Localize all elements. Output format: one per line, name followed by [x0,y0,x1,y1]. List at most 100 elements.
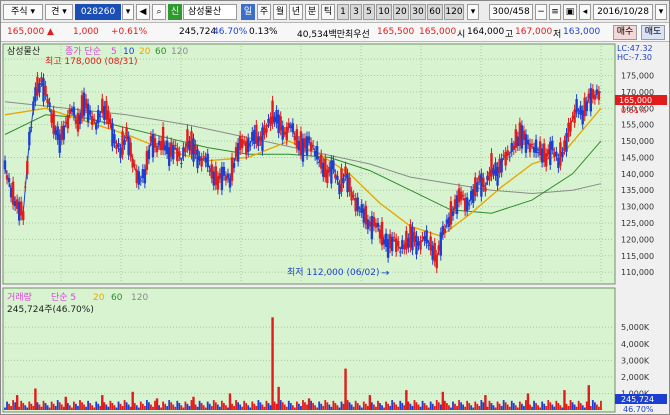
period-day-button[interactable]: 일 [241,4,255,20]
volume-bar [583,407,586,410]
volume-bar [510,400,513,410]
data-count-field[interactable]: 300/458 [489,4,533,20]
minute-5-button[interactable]: 5 [363,4,375,20]
volume-bar [40,406,43,410]
minus-icon[interactable]: − [535,4,547,20]
volume-bar [125,402,128,410]
volume-bar [180,405,183,410]
volume-bar [89,403,92,410]
volume-bar [468,403,471,410]
volume-spike-bar [368,395,372,410]
market-select[interactable]: 주식 ▾ [3,4,43,20]
sell-button[interactable]: 매도 [641,25,665,40]
list-icon[interactable]: ≡ [549,4,561,20]
volume-bar [111,403,114,410]
minute-10-button[interactable]: 10 [376,4,392,20]
stock-name-field[interactable]: 삼성물산 [183,4,237,20]
turnover-rate: 0.13% [249,27,278,37]
volume-bar [48,407,51,410]
volume-bar [464,406,467,410]
period-month-button[interactable]: 월 [273,4,287,20]
save-icon[interactable]: ▣ [563,4,577,20]
volume-tick-label: 2,000K [621,373,650,382]
volume-bar [263,406,266,410]
candle-body [425,230,428,244]
volume-bar [178,403,181,410]
price-tick-label: 175,000 [621,72,654,81]
prev-icon[interactable]: ◂ [579,4,591,20]
last-price-tag: 165,000 [619,96,652,105]
candle-body [206,153,209,168]
volume-bar [531,406,533,410]
volume-bar [472,407,475,410]
period-week-button[interactable]: 주 [257,4,271,20]
mode-select[interactable]: 견 ▾ [45,4,73,20]
candle-body [555,151,558,157]
minute-20-button[interactable]: 20 [393,4,409,20]
ma10-legend: 10 [123,47,135,57]
volume-bar [334,403,337,410]
candle-body [332,160,335,170]
volume-bar [557,403,560,410]
volume-bar [28,401,31,410]
candle-body [397,241,400,246]
price-volume-chart[interactable]: 110,000 115,000 120,000 125,000 130,000 135,0… [1,42,669,414]
minute-30-button[interactable]: 30 [410,4,426,20]
best-bid: 165,000 [419,27,457,37]
volume-bar [93,407,96,410]
volume-bar [214,402,217,410]
volume-spike-bar [131,391,134,410]
minute-120-button[interactable]: 120 [444,4,464,20]
volume-bar [202,405,205,410]
volume-bar [348,402,351,410]
volume-bar [293,407,296,410]
minute-60-button[interactable]: 60 [427,4,443,20]
price-panel-title: 삼성물산 [7,46,40,57]
volume-bar [352,406,355,410]
volume-bar [581,405,584,410]
minute-dropdown-icon[interactable]: ▾ [467,4,479,20]
volume-bar [573,404,576,410]
candle-body [435,254,438,269]
volume-bar [204,407,207,410]
candle-body [153,138,157,148]
volume-bar [326,402,329,410]
period-year-button[interactable]: 년 [289,4,303,20]
date-field[interactable]: 2016/10/28 [593,4,653,20]
volume-spike-bar [228,393,232,410]
volume-bar [370,402,373,410]
volume-bar [591,400,594,410]
volume-bar [458,400,460,410]
volume-bar [381,405,383,410]
volume-bar [30,403,33,410]
buy-button[interactable]: 매수 [613,25,637,40]
stock-code-input[interactable]: 028260 [75,4,121,20]
vol-ma20-legend: 20 [93,293,105,303]
minute-1-button[interactable]: 1 [337,4,349,20]
minute-3-button[interactable]: 3 [350,4,362,20]
period-tick-button[interactable]: 틱 [321,4,335,20]
volume-bar [143,406,146,410]
volume-bar [480,400,483,410]
candle-body [551,140,554,150]
candle-body [451,210,455,216]
price-tick-label: 140,000 [621,170,654,179]
volume-bar [117,401,120,410]
volume-bar [235,400,237,410]
period-minute-button[interactable]: 분 [305,4,319,20]
volume-bar [42,400,45,410]
candle-body [26,160,29,175]
volume-bar [401,403,404,410]
high-label: 고 [505,30,514,40]
volume-bar [460,402,462,410]
volume-bar [279,400,282,410]
volume-bar [577,400,580,410]
search-icon[interactable]: ⌕ [152,4,166,20]
volume-bar [68,405,71,410]
code-dropdown-icon[interactable]: ▾ [122,4,134,20]
volume-bar [595,404,598,410]
volume-bar [95,401,98,410]
calendar-dropdown-icon[interactable]: ▾ [655,4,667,20]
speaker-icon[interactable]: ◀ [136,4,150,20]
volume-bar [259,402,262,410]
